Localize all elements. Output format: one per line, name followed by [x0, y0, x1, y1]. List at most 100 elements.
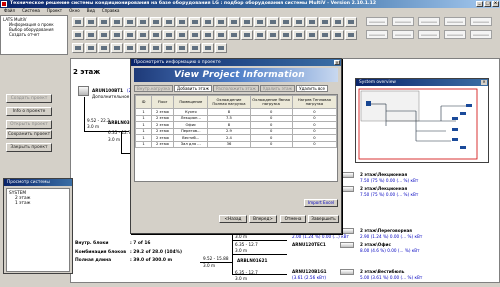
toolbar-button[interactable] [306, 17, 318, 27]
back-button[interactable]: <Назад [219, 215, 247, 223]
toolbar-button[interactable] [85, 30, 97, 40]
toolbar-button[interactable] [293, 17, 305, 27]
toolbar-button[interactable] [111, 43, 123, 53]
toolbar-button[interactable] [306, 30, 318, 40]
toolbar-button[interactable] [202, 30, 214, 40]
close-project-button[interactable]: Закрыть проект [6, 143, 52, 152]
toolbar-button[interactable] [241, 17, 253, 27]
toolbar-button[interactable] [267, 17, 279, 27]
toolbar-button[interactable] [163, 17, 175, 27]
indoor-unit-image[interactable] [340, 269, 354, 275]
toolbar-button[interactable] [137, 30, 149, 40]
column-header[interactable]: Охлаждение Явная нагрузка [249, 95, 293, 109]
toolbar-button[interactable] [202, 43, 214, 53]
indoor-unit-image[interactable] [340, 228, 354, 234]
device-thumbnail[interactable] [470, 17, 492, 26]
toolbar-button[interactable] [202, 17, 214, 27]
delete-all-button[interactable]: Удалить все [296, 85, 328, 92]
device-thumbnail[interactable] [444, 17, 466, 26]
toolbar-button[interactable] [72, 30, 84, 40]
open-project-button[interactable]: Открыть проект [6, 120, 52, 129]
toolbar-button[interactable] [111, 17, 123, 27]
toolbar-button[interactable] [319, 30, 331, 40]
toolbar-button[interactable] [215, 17, 227, 27]
toolbar-button[interactable] [163, 30, 175, 40]
overview-minimap[interactable] [356, 86, 488, 162]
create-project-button[interactable]: Создать проект [6, 94, 52, 103]
toolbar-button[interactable] [124, 30, 136, 40]
device-thumbnail[interactable] [470, 30, 492, 39]
menu-file[interactable]: Файл [4, 8, 15, 14]
cancel-button[interactable]: Отмена [280, 215, 306, 223]
close-button[interactable]: × [492, 1, 499, 7]
menu-help[interactable]: Справка [102, 8, 120, 14]
toolbar-button[interactable] [293, 30, 305, 40]
tree-item-report[interactable]: Создать отчет [3, 32, 65, 37]
device-thumbnail[interactable] [392, 30, 414, 39]
toolbar-button[interactable] [176, 43, 188, 53]
indoor-unit-image[interactable] [340, 242, 354, 248]
column-header[interactable]: Нагрев Тепловая нагрузка [291, 95, 338, 109]
toolbar-button[interactable] [280, 17, 292, 27]
toolbar-button[interactable] [137, 43, 149, 53]
overview-close-button[interactable]: × [481, 80, 487, 85]
project-info-button[interactable]: Info о проекте [6, 107, 52, 116]
toolbar-button[interactable] [85, 43, 97, 53]
toolbar-button[interactable] [189, 30, 201, 40]
toolbar-button[interactable] [111, 30, 123, 40]
toolbar-button[interactable] [254, 30, 266, 40]
toolbar-button[interactable] [72, 43, 84, 53]
toolbar-button[interactable] [189, 43, 201, 53]
toolbar-button[interactable] [332, 30, 344, 40]
toolbar-button[interactable] [137, 17, 149, 27]
toolbar-button[interactable] [228, 17, 240, 27]
toolbar-button[interactable] [215, 43, 227, 53]
arrange-floor-button[interactable]: Расположить этаж [212, 85, 259, 92]
finish-button[interactable]: Завершить [308, 215, 339, 223]
toolbar-button[interactable] [189, 17, 201, 27]
device-thumbnail[interactable] [418, 17, 440, 26]
device-thumbnail[interactable] [366, 30, 388, 39]
device-thumbnail[interactable] [418, 30, 440, 39]
toolbar-button[interactable] [215, 30, 227, 40]
import-excel-button[interactable]: Import Excel [304, 199, 338, 207]
toolbar-button[interactable] [267, 30, 279, 40]
outdoor-unit-image[interactable] [78, 86, 89, 96]
toolbar-button[interactable] [228, 30, 240, 40]
add-floor-button[interactable]: Добавить этаж [173, 85, 212, 92]
dialog-close-button[interactable]: × [334, 60, 340, 65]
toolbar-button[interactable] [280, 30, 292, 40]
toolbar-button[interactable] [332, 17, 344, 27]
device-thumbnail[interactable] [392, 17, 414, 26]
next-button[interactable]: Вперед> [249, 215, 277, 223]
indoor-unit-image[interactable] [340, 186, 354, 192]
table-row[interactable]: 1 2 этаж Зал для ... 36 0 0 [134, 140, 338, 148]
toolbar-button[interactable] [150, 17, 162, 27]
column-header[interactable]: Floor [151, 95, 175, 109]
minimize-button[interactable]: _ [476, 1, 483, 7]
toolbar-button[interactable] [241, 30, 253, 40]
delete-floor-button[interactable]: Удалить этаж [259, 85, 296, 92]
column-header[interactable]: ID [134, 95, 153, 109]
toolbar-button[interactable] [98, 17, 110, 27]
toolbar-button[interactable] [150, 30, 162, 40]
toolbar-button[interactable] [98, 43, 110, 53]
device-thumbnail[interactable] [366, 17, 388, 26]
toolbar-button[interactable] [254, 17, 266, 27]
menu-project[interactable]: Проект [47, 8, 62, 14]
toolbar-button[interactable] [98, 30, 110, 40]
menu-system[interactable]: Система [22, 8, 40, 14]
toolbar-button[interactable] [176, 17, 188, 27]
save-project-button[interactable]: Сохранить проект [6, 130, 52, 139]
toolbar-button[interactable] [124, 17, 136, 27]
toolbar-button[interactable] [345, 30, 357, 40]
toolbar-button[interactable] [85, 17, 97, 27]
menu-window[interactable]: Окно [69, 8, 80, 14]
toolbar-button[interactable] [319, 17, 331, 27]
toolbar-button[interactable] [163, 43, 175, 53]
toolbar-button[interactable] [345, 17, 357, 27]
maximize-button[interactable]: □ [484, 1, 491, 7]
toolbar-button[interactable] [124, 43, 136, 53]
column-header[interactable]: Помещение [173, 95, 209, 109]
tab-indoor-load[interactable]: Внутр.нагрузка [134, 85, 173, 92]
